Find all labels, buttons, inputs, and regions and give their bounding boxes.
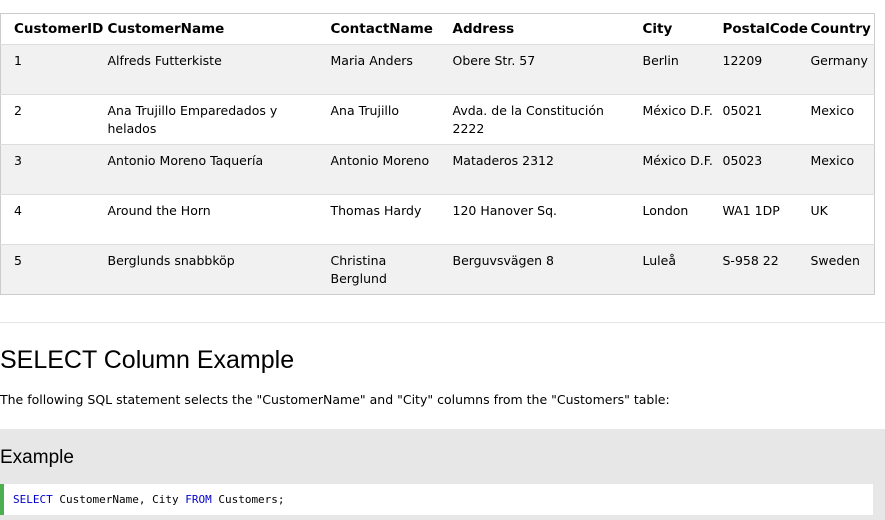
cell-customername: Ana Trujillo Emparedados y helados xyxy=(107,94,331,145)
cell-postalcode: S-958 22 xyxy=(722,244,811,295)
code-table: Customers; xyxy=(211,493,285,506)
table-row: 4 Around the Horn Thomas Hardy 120 Hanov… xyxy=(0,194,875,245)
cell-contactname: Thomas Hardy xyxy=(330,194,453,245)
code-columns: CustomerName, City xyxy=(52,493,186,506)
cell-postalcode: 05021 xyxy=(722,94,811,145)
cell-address: Avda. de la Constitución 2222 xyxy=(452,94,643,145)
cell-customername: Alfreds Futterkiste xyxy=(107,44,331,95)
cell-country: Mexico xyxy=(810,144,875,195)
column-header-country: Country xyxy=(810,13,875,45)
cell-customerid: 4 xyxy=(0,194,108,245)
column-header-contactname: ContactName xyxy=(330,13,453,45)
cell-city: Berlin xyxy=(642,44,723,95)
section-divider xyxy=(0,322,885,323)
example-box: Example SELECT CustomerName, City FROM C… xyxy=(0,429,885,520)
cell-postalcode: WA1 1DP xyxy=(722,194,811,245)
cell-contactname: Christina Berglund xyxy=(330,244,453,295)
cell-contactname: Ana Trujillo xyxy=(330,94,453,145)
cell-country: Germany xyxy=(810,44,875,95)
cell-contactname: Antonio Moreno xyxy=(330,144,453,195)
cell-city: Luleå xyxy=(642,244,723,295)
cell-contactname: Maria Anders xyxy=(330,44,453,95)
section-heading: SELECT Column Example xyxy=(0,346,295,374)
code-block[interactable]: SELECT CustomerName, City FROM Customers… xyxy=(0,484,873,515)
cell-country: UK xyxy=(810,194,875,245)
table-row: 2 Ana Trujillo Emparedados y helados Ana… xyxy=(0,94,875,145)
cell-city: México D.F. xyxy=(642,94,723,145)
cell-customername: Around the Horn xyxy=(107,194,331,245)
cell-customerid: 3 xyxy=(0,144,108,195)
cell-address: Obere Str. 57 xyxy=(452,44,643,95)
cell-customerid: 1 xyxy=(0,44,108,95)
table-row: 3 Antonio Moreno Taquería Antonio Moreno… xyxy=(0,144,875,195)
code-keyword-select: SELECT xyxy=(13,493,53,506)
example-title: Example xyxy=(0,447,74,468)
cell-postalcode: 12209 xyxy=(722,44,811,95)
cell-address: Mataderos 2312 xyxy=(452,144,643,195)
cell-postalcode: 05023 xyxy=(722,144,811,195)
column-header-address: Address xyxy=(452,13,643,45)
cell-customername: Berglunds snabbköp xyxy=(107,244,331,295)
column-header-city: City xyxy=(642,13,723,45)
table-row: 5 Berglunds snabbköp Christina Berglund … xyxy=(0,244,875,295)
cell-city: London xyxy=(642,194,723,245)
cell-address: 120 Hanover Sq. xyxy=(452,194,643,245)
cell-customername: Antonio Moreno Taquería xyxy=(107,144,331,195)
cell-country: Sweden xyxy=(810,244,875,295)
cell-customerid: 2 xyxy=(0,94,108,145)
cell-customerid: 5 xyxy=(0,244,108,295)
column-header-postalcode: PostalCode xyxy=(722,13,811,45)
column-header-customername: CustomerName xyxy=(107,13,331,45)
customers-table-container: CustomerID CustomerName ContactName Addr… xyxy=(0,13,875,295)
customers-table: CustomerID CustomerName ContactName Addr… xyxy=(0,13,875,295)
table-row: 1 Alfreds Futterkiste Maria Anders Obere… xyxy=(0,44,875,95)
section-description: The following SQL statement selects the … xyxy=(0,392,670,407)
cell-country: Mexico xyxy=(810,94,875,145)
cell-address: Berguvsvägen 8 xyxy=(452,244,643,295)
column-header-customerid: CustomerID xyxy=(0,13,108,45)
table-header-row: CustomerID CustomerName ContactName Addr… xyxy=(0,13,875,45)
cell-city: México D.F. xyxy=(642,144,723,195)
code-keyword-from: FROM xyxy=(185,493,212,506)
